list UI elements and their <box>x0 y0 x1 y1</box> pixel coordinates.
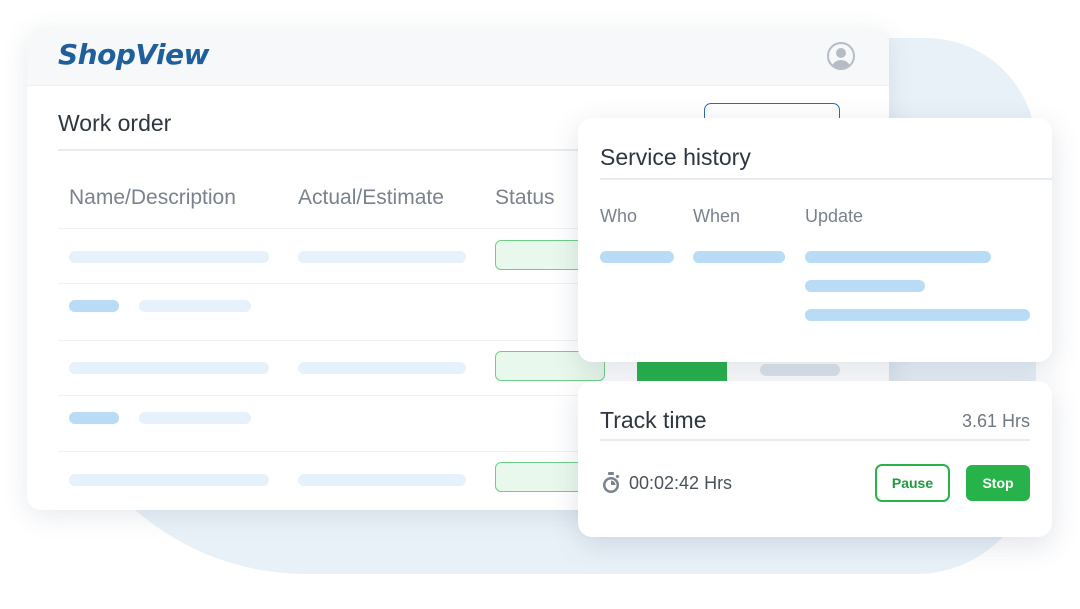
stop-button[interactable]: Stop <box>966 465 1030 501</box>
app-header: ShopView <box>27 28 889 86</box>
track-time-card: Track time 3.61 Hrs 00:02:42 Hrs Pause S… <box>578 381 1052 537</box>
column-header-actual-estimate[interactable]: Actual/Estimate <box>298 186 444 210</box>
placeholder-text <box>298 474 466 486</box>
avatar-head <box>836 48 846 58</box>
placeholder-text <box>69 362 269 374</box>
placeholder-text <box>693 251 785 263</box>
track-time-divider <box>600 439 1030 441</box>
total-hours: 3.61 Hrs <box>961 411 1030 431</box>
column-header-when: When <box>693 206 741 226</box>
placeholder-text <box>805 309 1030 321</box>
service-history-card: Service history Who When Update <box>578 118 1052 362</box>
column-header-status[interactable]: Status <box>495 186 555 210</box>
placeholder-text <box>760 364 840 376</box>
placeholder-text <box>69 474 269 486</box>
service-history-divider <box>600 178 1052 180</box>
track-time-title: Track time <box>600 407 707 433</box>
user-avatar-icon[interactable] <box>827 42 855 70</box>
work-order-title: Work order <box>58 110 172 136</box>
placeholder-text <box>69 300 119 312</box>
pause-button[interactable]: Pause <box>875 464 950 502</box>
service-history-title: Service history <box>600 144 751 170</box>
placeholder-text <box>139 300 251 312</box>
placeholder-text <box>805 251 991 263</box>
column-header-who: Who <box>600 206 638 226</box>
placeholder-text <box>139 412 251 424</box>
column-header-update: Update <box>805 206 864 226</box>
column-header-name-description[interactable]: Name/Description <box>69 186 236 210</box>
placeholder-text <box>69 251 269 263</box>
status-indicator <box>637 359 727 381</box>
placeholder-text <box>298 251 466 263</box>
shopview-logo[interactable]: ShopView <box>58 38 210 71</box>
avatar-body <box>831 60 851 68</box>
placeholder-text <box>600 251 674 263</box>
stopwatch-icon <box>603 472 620 493</box>
placeholder-text <box>69 412 119 424</box>
placeholder-text <box>298 362 466 374</box>
elapsed-time: 00:02:42 Hrs <box>629 473 733 493</box>
placeholder-text <box>805 280 925 292</box>
